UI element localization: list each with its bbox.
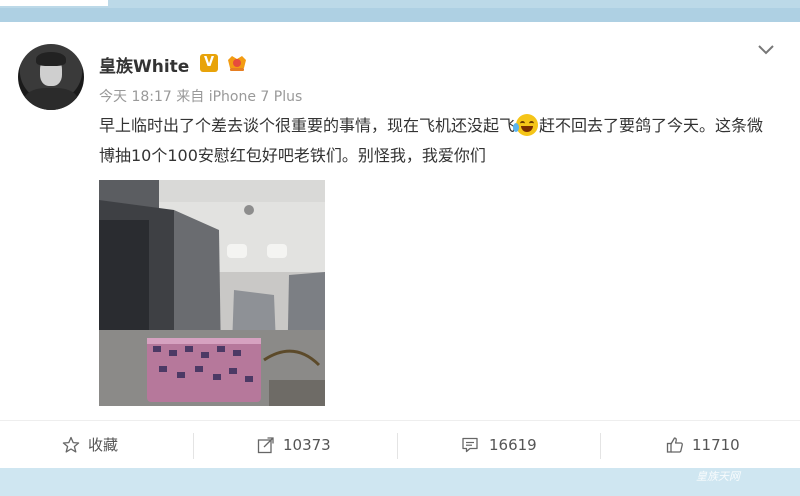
thumbs-up-icon xyxy=(666,437,683,453)
source-prefix: 来自 xyxy=(176,89,205,105)
like-count: 11710 xyxy=(692,436,740,454)
post-text-part1: 早上临时出了个差去谈个很重要的事情，现在飞机还没起飞 xyxy=(99,116,516,135)
forward-button[interactable]: 10373 xyxy=(200,421,400,469)
comment-icon xyxy=(462,437,478,453)
favorite-label: 收藏 xyxy=(88,436,119,454)
divider xyxy=(397,433,398,459)
like-button[interactable]: 11710 xyxy=(600,421,800,469)
bottom-background-band xyxy=(0,468,800,496)
verified-badge-icon: V xyxy=(200,54,218,72)
top-background-band xyxy=(0,0,800,22)
chevron-down-icon[interactable] xyxy=(756,42,776,58)
username[interactable]: 皇族White xyxy=(99,52,189,77)
watermark-logo: 皇族天网 xyxy=(696,470,740,483)
favorite-button[interactable]: 收藏 xyxy=(0,421,200,469)
source-device[interactable]: iPhone 7 Plus xyxy=(209,89,303,105)
forward-count: 10373 xyxy=(283,436,331,454)
vip-crown-icon xyxy=(228,56,246,71)
avatar[interactable] xyxy=(18,44,84,110)
post-meta: 今天 18:17 来自 iPhone 7 Plus xyxy=(99,86,302,106)
comment-button[interactable]: 16619 xyxy=(400,421,600,469)
post-time[interactable]: 今天 18:17 xyxy=(99,89,172,105)
weibo-post-card: 皇族White V 今天 18:17 来自 iPhone 7 Plus 早上临时… xyxy=(0,22,800,468)
post-text: 早上临时出了个差去谈个很重要的事情，现在飞机还没起飞 赶不回去了要鸽了今天。这条微… xyxy=(99,111,779,171)
forward-icon xyxy=(257,437,274,454)
action-bar: 收藏 10373 16619 11710 xyxy=(0,420,800,469)
laugh-cry-emoji-icon xyxy=(513,114,539,136)
post-photo[interactable] xyxy=(99,180,325,406)
comment-count: 16619 xyxy=(489,436,537,454)
star-icon xyxy=(62,436,80,453)
divider xyxy=(193,433,194,459)
